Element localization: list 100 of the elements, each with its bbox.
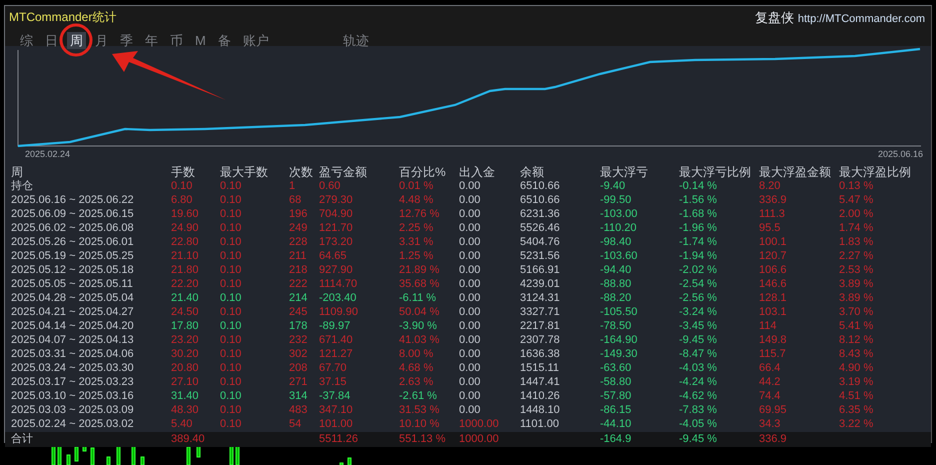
table-cell-text: 19.60 bbox=[171, 207, 200, 221]
table-cell-text: 1 bbox=[289, 179, 296, 193]
column-header: 余额 bbox=[520, 166, 545, 179]
table-cell-text: 302 bbox=[289, 347, 308, 361]
tab[interactable]: 周 bbox=[67, 32, 86, 48]
table-cell-text: 0.00 bbox=[459, 333, 482, 347]
table-cell-text: -57.80 bbox=[600, 389, 632, 403]
table-cell-text: 208 bbox=[289, 361, 308, 375]
row-label: 2025.03.10 ~ 2025.03.16 bbox=[11, 389, 135, 403]
row-label: 2025.03.31 ~ 2025.04.06 bbox=[11, 347, 135, 361]
table-cell-text: 120.7 bbox=[759, 249, 788, 263]
column-header: 百分比% bbox=[399, 166, 447, 179]
tab[interactable]: M bbox=[192, 32, 209, 48]
table-cell-text: 0.10 bbox=[171, 179, 194, 193]
table-cell-text: 0.60 bbox=[319, 179, 342, 193]
table-cell-text: 0.01 % bbox=[399, 179, 434, 193]
table-cell-text: -58.80 bbox=[600, 375, 632, 389]
table-cell-text: -3.45 % bbox=[679, 319, 718, 333]
table-cell-text: 114 bbox=[759, 319, 778, 333]
table-cell-text: 0.10 bbox=[220, 361, 242, 375]
table-cell-text: 0.00 bbox=[459, 207, 482, 221]
table-cell-text: 111.3 bbox=[759, 207, 786, 221]
table-cell-text: 37.15 bbox=[319, 375, 348, 389]
table-cell-text: 0.00 bbox=[459, 221, 482, 235]
website-link[interactable]: http://MTCommander.com bbox=[798, 11, 925, 28]
table-cell-text: 245 bbox=[289, 305, 308, 319]
column-header: 最大浮盈金额 bbox=[759, 166, 832, 179]
table-cell-text: -1.74 % bbox=[679, 235, 718, 249]
tab[interactable]: 季 bbox=[117, 32, 136, 48]
tab[interactable]: 账户 bbox=[240, 32, 272, 48]
table-cell-text: 0.10 bbox=[220, 263, 242, 277]
table-cell-text: -2.54 % bbox=[679, 277, 718, 291]
table-cell-text: 0.00 bbox=[459, 361, 482, 375]
table-cell-text: 0.10 bbox=[220, 305, 242, 319]
table-cell-text: 1447.41 bbox=[520, 375, 561, 389]
table-cell-text: 1515.11 bbox=[520, 361, 560, 375]
tab[interactable]: 日 bbox=[42, 32, 61, 48]
table-cell-text: 178 bbox=[289, 319, 308, 333]
tab[interactable]: 备 bbox=[214, 32, 234, 48]
table-cell-text: 128.1 bbox=[759, 291, 788, 305]
table-cell-text: 35.68 % bbox=[399, 277, 440, 291]
table-cell-text: 0.13 % bbox=[839, 179, 874, 193]
column-header: 周 bbox=[11, 166, 24, 179]
table-cell-text: 0.00 bbox=[459, 389, 482, 403]
table-cell-text: 0.00 bbox=[459, 277, 482, 291]
table-cell-text: 0.10 bbox=[220, 333, 242, 347]
tab[interactable]: 年 bbox=[142, 32, 161, 48]
table-cell-text: -103.00 bbox=[600, 207, 638, 221]
table-cell-text: -2.61 % bbox=[399, 389, 438, 403]
table-cell-text: 4.68 % bbox=[399, 361, 434, 375]
table-cell-text: 1109.90 bbox=[319, 305, 359, 319]
row-label: 2025.02.24 ~ 2025.03.02 bbox=[11, 417, 135, 431]
tab[interactable]: 币 bbox=[167, 32, 186, 48]
table-cell-text: 8.00 % bbox=[399, 347, 434, 361]
table-cell-text: 21.10 bbox=[171, 249, 200, 263]
table-cell-text: 0.10 bbox=[220, 319, 242, 333]
table-cell-text: 1101.00 bbox=[520, 417, 560, 431]
table-cell-text: 30.20 bbox=[171, 347, 200, 361]
table-cell-text: -89.97 bbox=[319, 319, 352, 333]
table-cell-text: 5231.56 bbox=[520, 249, 561, 263]
table-cell-text: 279.30 bbox=[319, 193, 354, 207]
tab[interactable]: 综 bbox=[17, 32, 36, 48]
table-cell-text: 214 bbox=[289, 291, 308, 305]
table-cell-text: 146.6 bbox=[759, 277, 788, 291]
table-cell-text: 0.00 bbox=[459, 263, 482, 277]
row-label: 2025.03.24 ~ 2025.03.30 bbox=[11, 361, 135, 375]
table-cell-text: 314 bbox=[289, 389, 308, 403]
table-cell-text: -149.30 bbox=[600, 347, 638, 361]
table-cell-text: 74.4 bbox=[759, 389, 782, 403]
table-cell-text: 0.10 bbox=[220, 179, 242, 193]
column-header: 最大手数 bbox=[220, 166, 269, 179]
table-cell-text: -4.05 % bbox=[679, 417, 718, 431]
row-label: 2025.05.19 ~ 2025.05.25 bbox=[11, 249, 135, 263]
table-cell-text: 1.25 % bbox=[399, 249, 434, 263]
column-header: 手数 bbox=[171, 166, 196, 179]
table-cell-text: 5526.46 bbox=[520, 221, 561, 235]
table-cell-text: 196 bbox=[289, 207, 308, 221]
table-cell-text: 671.40 bbox=[319, 333, 354, 347]
table-cell-text: 0.00 bbox=[459, 193, 482, 207]
table-cell-text: 0.10 bbox=[220, 389, 242, 403]
table-cell-text: 0.10 bbox=[220, 375, 242, 389]
table-cell-text: 2.25 % bbox=[399, 221, 434, 235]
table-cell-text: 228 bbox=[289, 235, 308, 249]
table-cell-text: -3.90 % bbox=[399, 319, 438, 333]
table-cell-text: 3.89 % bbox=[839, 277, 874, 291]
table-cell-text: -105.50 bbox=[600, 305, 638, 319]
table-cell-text: -1.68 % bbox=[679, 207, 718, 221]
table-cell-text: 0.00 bbox=[459, 347, 482, 361]
row-label: 持仓 bbox=[11, 179, 34, 193]
table-cell-text: 103.1 bbox=[759, 305, 788, 319]
table-cell-text: 8.43 % bbox=[839, 347, 874, 361]
table-cell-text: 95.5 bbox=[759, 221, 782, 235]
tab[interactable]: 月 bbox=[92, 32, 111, 48]
tab[interactable]: 轨迹 bbox=[340, 32, 372, 48]
table-cell-text: 1.74 % bbox=[839, 221, 874, 235]
table-cell-text: 6510.66 bbox=[520, 179, 561, 193]
table-cell-text: -9.40 bbox=[600, 179, 626, 193]
table-cell-text: 106.6 bbox=[759, 263, 788, 277]
row-label: 合计 bbox=[11, 432, 34, 447]
table-cell-text: -8.47 % bbox=[679, 347, 718, 361]
